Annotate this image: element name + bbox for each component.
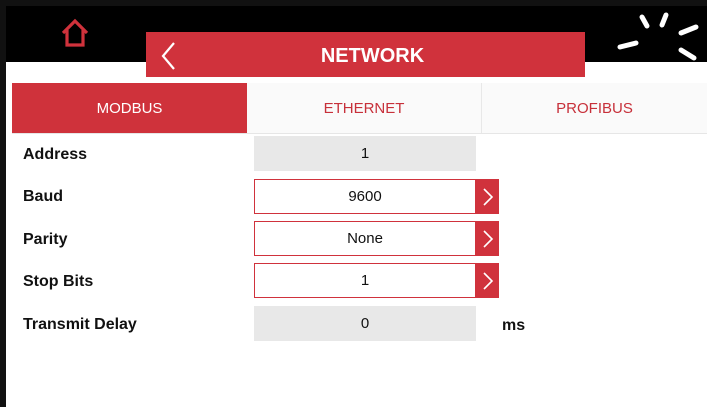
parity-label: Parity <box>23 231 68 248</box>
loading-spinner-icon <box>616 10 706 62</box>
back-button[interactable] <box>150 38 190 74</box>
title-bar: NETWORK <box>146 32 585 77</box>
baud-arrow-button[interactable] <box>476 179 499 214</box>
parity-arrow-button[interactable] <box>476 221 499 256</box>
chevron-right-icon <box>483 272 494 290</box>
stop-bits-label: Stop Bits <box>23 273 94 290</box>
tab-profibus[interactable]: PROFIBUS <box>482 83 707 133</box>
address-field: 1 <box>254 136 476 171</box>
baud-select[interactable]: 9600 <box>254 179 476 214</box>
tab-modbus[interactable]: MODBUS <box>12 83 247 133</box>
page-title: NETWORK <box>320 45 425 67</box>
transmit-delay-field[interactable]: 0 <box>254 306 476 341</box>
baud-label: Baud <box>23 188 63 205</box>
tab-ethernet[interactable]: ETHERNET <box>247 83 482 133</box>
transmit-delay-unit: ms <box>502 317 526 334</box>
chevron-right-icon <box>483 188 494 206</box>
stop-bits-arrow-button[interactable] <box>476 263 499 298</box>
home-icon[interactable] <box>58 16 92 50</box>
tab-bar: MODBUS ETHERNET PROFIBUS <box>12 83 707 134</box>
stop-bits-select[interactable]: 1 <box>254 263 476 298</box>
chevron-right-icon <box>483 230 494 248</box>
transmit-delay-label: Transmit Delay <box>23 316 137 333</box>
parity-select[interactable]: None <box>254 221 476 256</box>
chevron-left-icon <box>161 42 175 70</box>
address-label: Address <box>23 146 88 163</box>
